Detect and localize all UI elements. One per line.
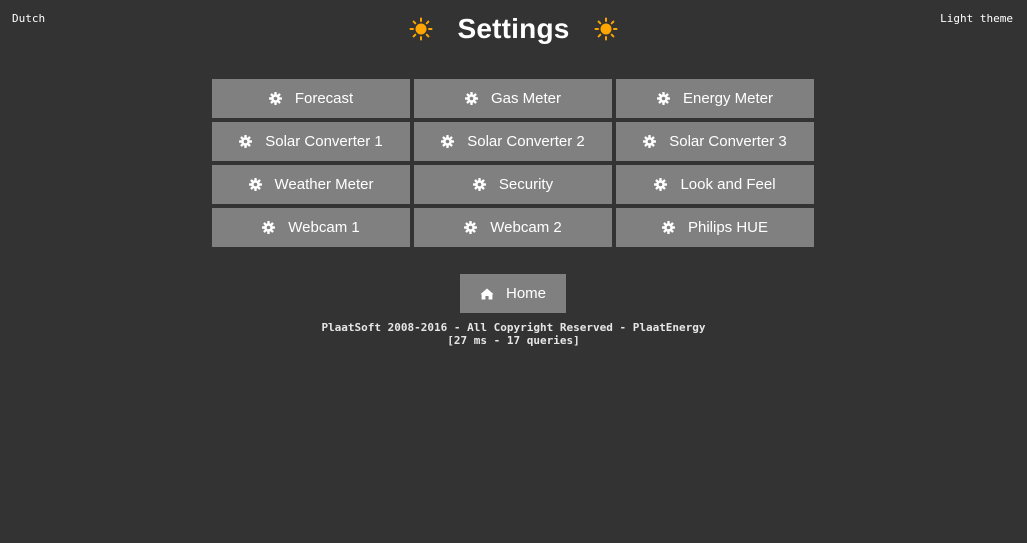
sun-icon [409,17,433,41]
home-button[interactable]: Home [460,274,566,313]
menu-item-label: Solar Converter 1 [265,133,383,150]
menu-item-label: Look and Feel [680,176,776,193]
philips-hue-button[interactable]: Philips HUE [616,208,814,247]
menu-item-label: Webcam 2 [490,219,562,236]
gear-icon [268,92,282,105]
solar-converter-1-button[interactable]: Solar Converter 1 [212,122,410,161]
menu-item-label: Solar Converter 2 [467,133,585,150]
menu-item-label: Solar Converter 3 [669,133,787,150]
gear-icon [239,135,253,148]
gear-icon [262,221,276,234]
gear-icon [441,135,455,148]
look-and-feel-button[interactable]: Look and Feel [616,165,814,204]
gear-icon [248,178,262,191]
menu-item-label: Webcam 1 [288,219,360,236]
menu-item-label: Forecast [294,90,354,107]
solar-converter-2-button[interactable]: Solar Converter 2 [414,122,612,161]
query-stats: [27 ms - 17 queries] [447,334,580,347]
home-icon [480,288,494,300]
page-title: Settings [457,13,570,44]
energy-meter-button[interactable]: Energy Meter [616,79,814,118]
security-button[interactable]: Security [414,165,612,204]
forecast-button[interactable]: Forecast [212,79,410,118]
menu-item-label: Gas Meter [490,90,562,107]
webcam-1-button[interactable]: Webcam 1 [212,208,410,247]
home-button-label: Home [505,285,546,302]
footer: PlaatSoft 2008-2016 - All Copyright Rese… [0,321,1027,347]
page-header: Settings [0,9,1027,49]
menu-item-label: Security [498,176,554,193]
gas-meter-button[interactable]: Gas Meter [414,79,612,118]
copyright-text: PlaatSoft 2008-2016 - All Copyright Rese… [321,321,706,334]
gear-icon [472,178,486,191]
settings-menu: Forecast Gas Meter Energy Meter Solar Co… [212,79,816,247]
gear-icon [643,135,657,148]
menu-item-label: Philips HUE [687,219,769,236]
gear-icon [654,178,668,191]
weather-meter-button[interactable]: Weather Meter [212,165,410,204]
webcam-2-button[interactable]: Webcam 2 [414,208,612,247]
sun-icon [594,17,618,41]
gear-icon [464,92,478,105]
solar-converter-3-button[interactable]: Solar Converter 3 [616,122,814,161]
gear-icon [464,221,478,234]
menu-item-label: Energy Meter [682,90,774,107]
gear-icon [661,221,675,234]
gear-icon [656,92,670,105]
menu-item-label: Weather Meter [274,176,374,193]
